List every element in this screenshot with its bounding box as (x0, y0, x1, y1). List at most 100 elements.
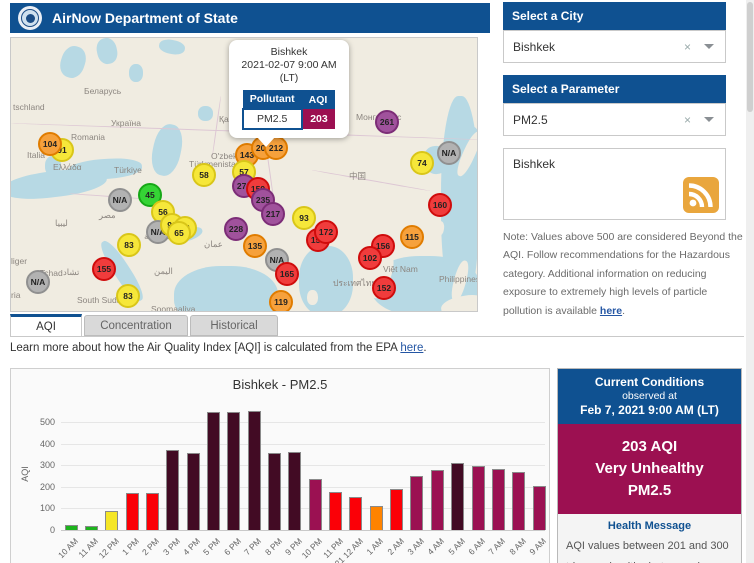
map-place-label: اليمن (154, 266, 173, 277)
current-aqi-value: 203 AQI (562, 436, 737, 458)
map-place-label: Soomaaliya (151, 304, 195, 312)
page-scrollbar[interactable] (746, 0, 754, 563)
chart-bar[interactable] (288, 452, 301, 530)
chart-bar[interactable] (431, 470, 444, 530)
current-conditions-header: Current Conditions observed at Feb 7, 20… (558, 369, 741, 424)
chart-bar[interactable] (207, 412, 220, 530)
city-clear-icon[interactable]: × (684, 40, 691, 54)
map-land-shape (307, 290, 318, 305)
chart-bar[interactable] (492, 469, 505, 530)
health-message-text: AQI values between 201 and 300 trigger a… (558, 532, 741, 563)
note-text: Note: Values above 500 are considered Be… (503, 228, 745, 320)
map-marker-aqi[interactable]: 119 (269, 290, 293, 312)
map-place-label: تشاد (63, 267, 79, 278)
map-water-shape (148, 122, 186, 179)
chart-bar[interactable] (451, 463, 464, 530)
map-place-label: Türkiye (114, 165, 142, 175)
chart-bar[interactable] (85, 526, 98, 530)
chart-y-tick-label: 300 (27, 460, 55, 470)
chart-y-tick-label: 0 (27, 525, 55, 535)
map-water-shape (158, 38, 186, 56)
map-marker-aqi[interactable]: 228 (224, 217, 248, 241)
parameter-clear-icon[interactable]: × (684, 113, 691, 127)
map-marker-aqi[interactable]: N/A (108, 188, 132, 212)
airnow-page: AirNow Department of State tschlandБелар… (0, 0, 754, 563)
map-marker-aqi[interactable]: 155 (92, 257, 116, 281)
tab-concentration[interactable]: Concentration (84, 315, 188, 336)
chart-bar[interactable] (187, 453, 200, 530)
chart-bar[interactable] (370, 506, 383, 530)
map-place-label: Romania (71, 132, 105, 142)
tab-historical[interactable]: Historical (190, 315, 278, 336)
popup-lt: (LT) (235, 72, 343, 85)
map-marker-aqi[interactable]: 83 (116, 284, 140, 308)
chart-bar[interactable] (248, 411, 261, 530)
chart-bar[interactable] (512, 472, 525, 530)
chart-gridline (61, 530, 545, 531)
map-place-label: tschland (13, 102, 45, 112)
map-marker-aqi[interactable]: 104 (38, 132, 62, 156)
chart-bar[interactable] (268, 453, 281, 530)
map-marker-aqi[interactable]: 65 (167, 221, 191, 245)
map-marker-aqi[interactable]: 172 (314, 220, 338, 244)
map-place-label: Việt Nam (383, 264, 418, 274)
map-place-label: ليبيا (55, 218, 68, 229)
chart-bar[interactable] (309, 479, 322, 530)
map-marker-aqi[interactable]: 93 (292, 206, 316, 230)
map-marker-aqi[interactable]: 135 (243, 234, 267, 258)
chart-bar[interactable] (390, 489, 403, 530)
map-border-line (312, 170, 430, 192)
chart-bar[interactable] (349, 497, 362, 530)
map-marker-aqi[interactable]: N/A (437, 141, 461, 165)
rss-icon[interactable] (683, 177, 719, 213)
chart-bar[interactable] (146, 493, 159, 530)
learn-more-here-link[interactable]: here (400, 342, 423, 354)
popup-arrow (257, 137, 275, 147)
aqi-map[interactable]: tschlandБеларусьУкраїнаRomaniaItaliaΕλλά… (10, 37, 478, 312)
chart-bar[interactable] (472, 466, 485, 530)
map-place-label: Україна (111, 118, 141, 128)
tab-aqi[interactable]: AQI (10, 314, 82, 336)
select-parameter-header: Select a Parameter (503, 75, 726, 103)
city-select[interactable]: Bishkek × (503, 30, 726, 63)
city-chevron-down-icon[interactable] (704, 44, 714, 49)
chart-bar[interactable] (105, 511, 118, 530)
learn-more-text: Learn more about how the Air Quality Ind… (10, 342, 427, 354)
popup-table: Pollutant AQI PM2.5 203 (242, 90, 337, 130)
map-marker-aqi[interactable]: 165 (275, 262, 299, 286)
chart-title: Bishkek - PM2.5 (11, 377, 549, 392)
popup-aqi-header: AQI (302, 90, 336, 109)
map-border-line (212, 96, 222, 158)
map-water-shape (198, 106, 213, 121)
popup-pollutant-value: PM2.5 (243, 109, 302, 129)
map-marker-aqi[interactable]: N/A (26, 270, 50, 294)
map-marker-aqi[interactable]: 74 (410, 151, 434, 175)
map-water-shape (57, 43, 90, 81)
chart-bar[interactable] (126, 493, 139, 530)
map-marker-aqi[interactable]: 115 (400, 225, 424, 249)
popup-pollutant-header: Pollutant (243, 90, 302, 109)
chart-bar[interactable] (410, 476, 423, 530)
map-popup: Bishkek 2021-02-07 9:00 AM (LT) Pollutan… (229, 40, 349, 138)
current-aqi-banner: 203 AQI Very Unhealthy PM2.5 (558, 424, 741, 514)
parameter-select[interactable]: PM2.5 × (503, 103, 726, 136)
scrollbar-thumb[interactable] (747, 2, 753, 112)
chart-bar[interactable] (533, 486, 546, 530)
chart-bar[interactable] (65, 525, 78, 530)
map-marker-aqi[interactable]: 217 (261, 202, 285, 226)
map-marker-aqi[interactable]: 152 (372, 276, 396, 300)
map-marker-aqi[interactable]: 261 (375, 110, 399, 134)
map-place-label: 中国 (349, 170, 366, 182)
chart-bar[interactable] (329, 492, 342, 530)
note-here-link[interactable]: here (600, 305, 622, 317)
map-marker-aqi[interactable]: 83 (117, 233, 141, 257)
map-water-shape (129, 64, 143, 82)
map-marker-aqi[interactable]: 102 (358, 246, 382, 270)
popup-city: Bishkek (235, 46, 343, 59)
chart-bar[interactable] (166, 450, 179, 530)
map-marker-aqi[interactable]: 58 (192, 163, 216, 187)
chart-bar[interactable] (227, 412, 240, 530)
map-place-label: Ελλάδα (53, 162, 82, 172)
parameter-chevron-down-icon[interactable] (704, 117, 714, 122)
map-marker-aqi[interactable]: 160 (428, 193, 452, 217)
